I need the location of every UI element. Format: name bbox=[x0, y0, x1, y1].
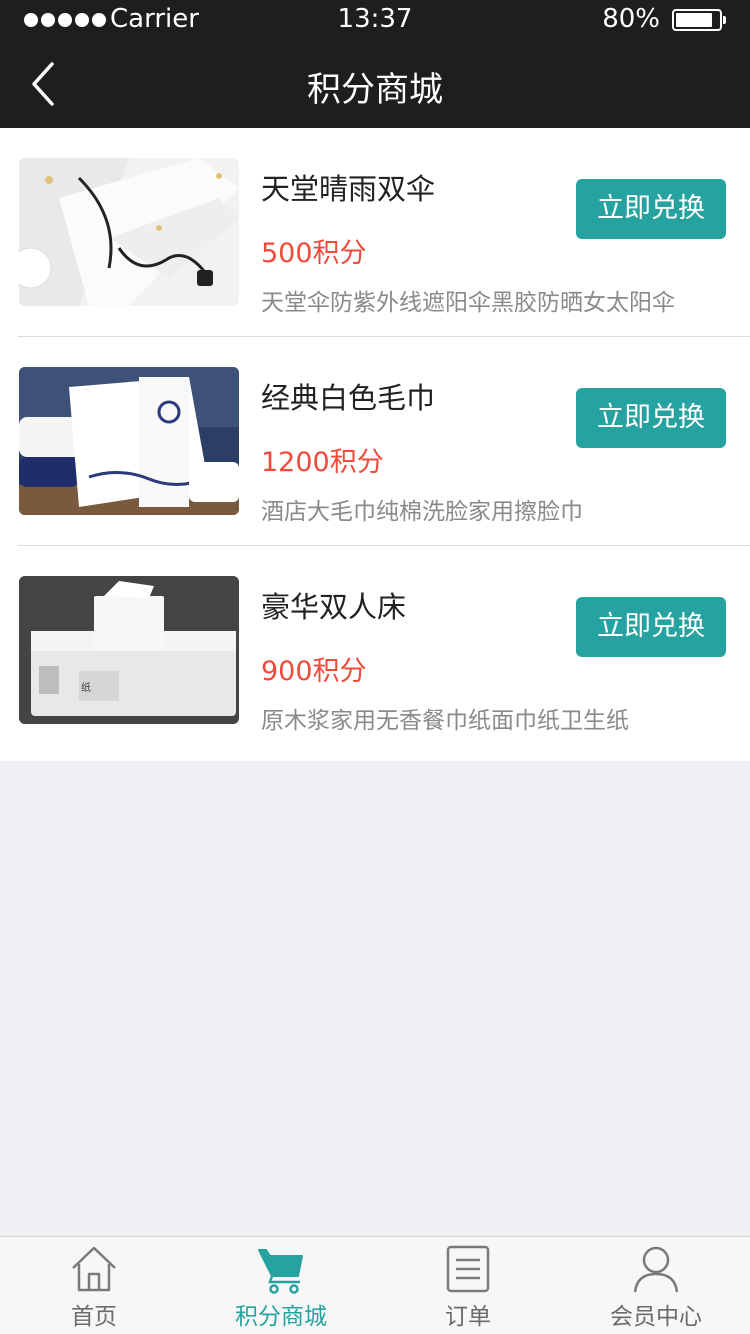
status-bar: Carrier 13:37 80% bbox=[0, 0, 750, 40]
tab-home[interactable]: 首页 bbox=[0, 1237, 188, 1334]
page-title: 积分商城 bbox=[307, 70, 443, 110]
tab-member-center[interactable]: 会员中心 bbox=[562, 1237, 750, 1334]
redeem-button[interactable]: 立即兑换 bbox=[576, 597, 726, 657]
product-points: 500积分 bbox=[261, 238, 367, 269]
tab-label: 订单 bbox=[445, 1304, 491, 1330]
list-icon bbox=[446, 1245, 490, 1293]
product-description: 天堂伞防紫外线遮阳伞黑胶防晒女太阳伞 bbox=[261, 290, 675, 316]
product-description: 酒店大毛巾纯棉洗脸家用擦脸巾 bbox=[261, 499, 583, 525]
top-bar: Carrier 13:37 80% 积分商城 bbox=[0, 0, 750, 128]
product-description: 原木浆家用无香餐巾纸面巾纸卫生纸 bbox=[261, 708, 629, 734]
product-points: 1200积分 bbox=[261, 447, 384, 478]
tab-points-mall[interactable]: 积分商城 bbox=[187, 1237, 375, 1334]
user-icon bbox=[633, 1246, 679, 1293]
product-name: 豪华双人床 bbox=[261, 590, 407, 624]
nav-bar: 积分商城 bbox=[0, 40, 750, 128]
product-image-towel bbox=[19, 367, 239, 515]
tab-bar: 首页 积分商城 订单 会员中心 bbox=[0, 1236, 750, 1334]
product-name: 天堂晴雨双伞 bbox=[261, 172, 436, 206]
product-name: 经典白色毛巾 bbox=[261, 381, 436, 415]
home-icon bbox=[72, 1246, 116, 1292]
tab-label: 首页 bbox=[71, 1304, 117, 1330]
product-image-tissue: 纸 bbox=[19, 576, 239, 724]
list-item[interactable]: 经典白色毛巾 1200积分 酒店大毛巾纯棉洗脸家用擦脸巾 立即兑换 bbox=[0, 337, 750, 546]
tab-label: 积分商城 bbox=[235, 1304, 327, 1330]
redeem-button[interactable]: 立即兑换 bbox=[576, 388, 726, 448]
cart-icon bbox=[258, 1249, 303, 1294]
list-item[interactable]: 纸 豪华双人床 900积分 原木浆家用无香餐巾纸面巾纸卫生纸 立即兑换 bbox=[0, 546, 750, 755]
tab-label: 会员中心 bbox=[610, 1304, 702, 1330]
svg-text:纸: 纸 bbox=[81, 681, 91, 694]
product-points: 900积分 bbox=[261, 656, 367, 687]
product-list: 天堂晴雨双伞 500积分 天堂伞防紫外线遮阳伞黑胶防晒女太阳伞 立即兑换 经典白… bbox=[0, 128, 750, 761]
battery-percent: 80% bbox=[602, 4, 660, 34]
list-item[interactable]: 天堂晴雨双伞 500积分 天堂伞防紫外线遮阳伞黑胶防晒女太阳伞 立即兑换 bbox=[0, 128, 750, 337]
redeem-button[interactable]: 立即兑换 bbox=[576, 179, 726, 239]
tab-orders[interactable]: 订单 bbox=[374, 1237, 562, 1334]
product-image-umbrella bbox=[19, 158, 239, 306]
battery-icon bbox=[672, 9, 726, 31]
